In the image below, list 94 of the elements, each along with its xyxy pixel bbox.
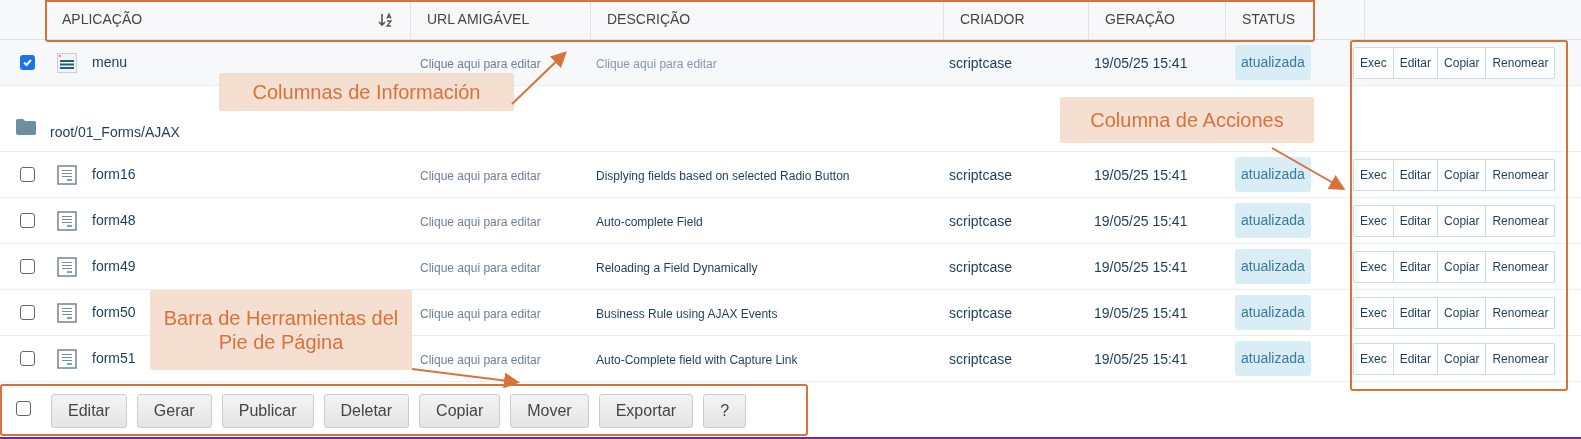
toolbar-button[interactable]: Copiar [419,394,501,428]
status-badge: atualizada [1235,341,1311,376]
arrow [511,51,567,105]
column-header[interactable]: DESCRIÇÃO [607,9,691,30]
column-header[interactable]: STATUS [1242,9,1296,30]
column-header[interactable]: APLICAÇÃO [62,9,143,30]
checkbox[interactable] [20,167,35,182]
status-badge: atualizada [1235,295,1311,330]
generation-date: 19/05/25 15:41 [1094,166,1188,183]
action-button[interactable]: Editar [1392,205,1438,236]
form-app-icon [57,302,77,323]
menu-app-icon [57,52,77,73]
column-header[interactable]: GERAÇÃO [1105,9,1175,30]
generation-date: 19/05/25 15:41 [1094,258,1188,275]
action-button[interactable]: Exec [1354,343,1393,374]
checkbox[interactable] [16,401,31,416]
status-badge: atualizada [1235,157,1311,192]
action-button[interactable]: Exec [1354,205,1393,236]
url-placeholder[interactable]: Clique aqui para editar [420,168,541,183]
action-button[interactable]: Editar [1392,47,1438,78]
toolbar-button[interactable]: Mover [510,394,589,428]
form-app-icon [57,348,77,369]
toolbar-button[interactable]: Gerar [136,394,212,428]
app-name[interactable]: form49 [92,256,136,277]
action-button[interactable]: Editar [1392,343,1438,374]
form-app-icon [57,210,77,231]
action-button[interactable]: Exec [1354,297,1393,328]
form-app-icon [57,256,77,277]
generation-date: 19/05/25 15:41 [1094,212,1188,229]
creator: scriptcase [949,54,1013,71]
description[interactable]: Business Rule using AJAX Events [596,306,778,321]
action-button[interactable]: Editar [1392,251,1438,282]
sort-icon[interactable] [378,12,394,27]
toolbar-button[interactable]: ? [703,394,747,428]
description[interactable]: Auto-Complete field with Capture Link [596,352,798,367]
description[interactable]: Displying fields based on selected Radio Button [596,168,850,183]
action-button[interactable]: Exec [1354,159,1393,190]
toolbar-button[interactable]: Publicar [221,394,314,428]
action-button[interactable]: Copiar [1437,205,1486,236]
action-button[interactable]: Copiar [1437,159,1486,190]
action-button[interactable]: Exec [1354,251,1393,282]
toolbar-button[interactable]: Exportar [598,394,694,428]
app-name[interactable]: form51 [92,348,136,369]
creator: scriptcase [949,304,1013,321]
status-badge: atualizada [1235,203,1311,238]
annotation-label: Columna de Acciones [1060,97,1314,143]
app-name[interactable]: menu [92,52,128,73]
creator: scriptcase [949,350,1013,367]
url-placeholder[interactable]: Clique aqui para editar [420,214,541,229]
checkbox[interactable] [20,259,35,274]
form-app-icon [57,164,77,185]
url-placeholder[interactable]: Clique aqui para editar [420,260,541,275]
action-button[interactable]: Renomear [1485,47,1555,78]
annotation-label: Barra de Herramientas del Pie de Página [150,290,412,370]
creator: scriptcase [949,212,1013,229]
description[interactable]: Auto-complete Field [596,214,703,229]
app-name[interactable]: form50 [92,302,136,323]
action-button[interactable]: Copiar [1437,297,1486,328]
status-badge: atualizada [1235,45,1311,80]
creator: scriptcase [949,166,1013,183]
action-button[interactable]: Copiar [1437,251,1486,282]
description[interactable]: Reloading a Field Dynamically [596,260,758,275]
folder-icon [16,119,36,135]
action-button[interactable]: Editar [1392,159,1438,190]
creator: scriptcase [949,258,1013,275]
action-button[interactable]: Renomear [1485,251,1555,282]
checkbox[interactable] [20,351,35,366]
action-button[interactable]: Renomear [1485,297,1555,328]
url-placeholder[interactable]: Clique aqui para editar [420,56,541,71]
status-badge: atualizada [1235,249,1311,284]
generation-date: 19/05/25 15:41 [1094,304,1188,321]
generation-date: 19/05/25 15:41 [1094,54,1188,71]
action-button[interactable]: Copiar [1437,343,1486,374]
column-header[interactable]: CRIADOR [960,9,1025,30]
column-header[interactable]: URL AMIGÁVEL [427,9,530,30]
checkbox[interactable] [20,213,35,228]
checkbox[interactable] [20,305,35,320]
action-button[interactable]: Exec [1354,47,1393,78]
app-name[interactable]: form16 [92,164,136,185]
action-button[interactable]: Renomear [1485,159,1555,190]
generation-date: 19/05/25 15:41 [1094,350,1188,367]
url-placeholder[interactable]: Clique aqui para editar [420,352,541,367]
toolbar-button[interactable]: Editar [51,394,127,428]
action-button[interactable]: Copiar [1437,47,1486,78]
check-icon [22,57,33,68]
annotation-label: Columnas de Información [219,73,514,111]
action-button[interactable]: Renomear [1485,205,1555,236]
toolbar-button[interactable]: Deletar [323,394,410,428]
folder-path[interactable]: root/01_Forms/AJAX [50,122,180,143]
action-button[interactable]: Editar [1392,297,1438,328]
url-placeholder[interactable]: Clique aqui para editar [420,306,541,321]
app-name[interactable]: form48 [92,210,136,231]
action-button[interactable]: Renomear [1485,343,1555,374]
checkbox[interactable] [20,55,35,70]
